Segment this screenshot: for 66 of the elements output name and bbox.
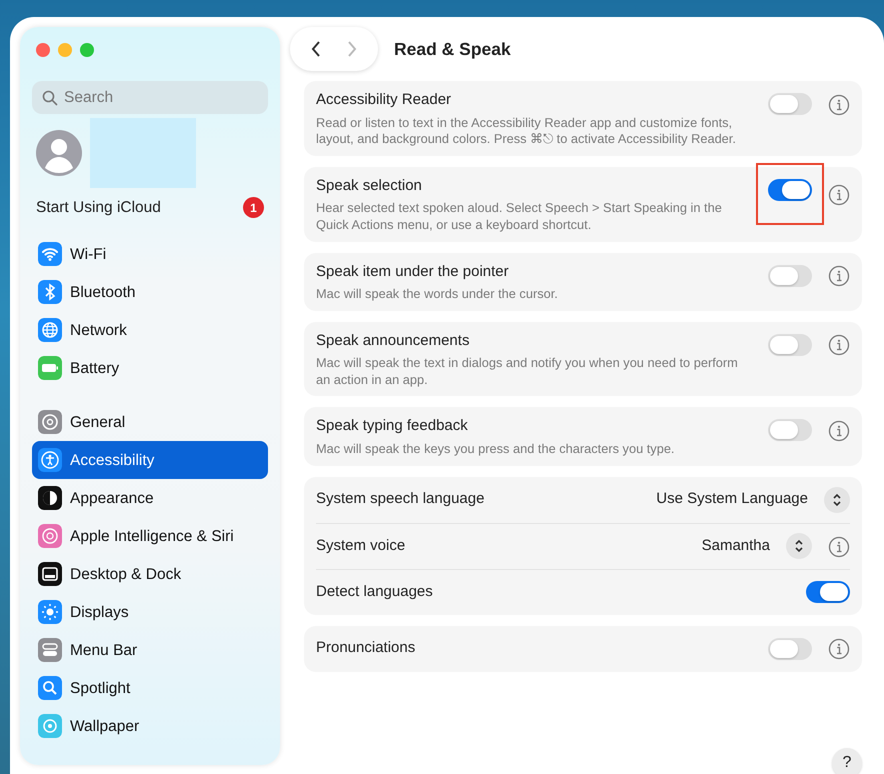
- setting-label: Accessibility Reader: [316, 90, 452, 110]
- sidebar-item[interactable]: Displays: [32, 593, 268, 632]
- info-icon[interactable]: [828, 182, 850, 205]
- notification-badge: 1: [243, 197, 264, 218]
- toggle-switch[interactable]: [768, 178, 812, 201]
- setting-label: Speak announcements: [316, 330, 470, 351]
- toggle-switch[interactable]: [768, 334, 812, 356]
- battery-icon: [38, 356, 62, 380]
- icloud-link[interactable]: Start Using iCloud: [36, 196, 161, 220]
- close-button[interactable]: [36, 43, 50, 57]
- magnifier-icon: [38, 676, 62, 700]
- popup-value[interactable]: Samantha: [702, 534, 770, 558]
- info-icon[interactable]: [828, 419, 850, 442]
- window-title: Read & Speak: [394, 38, 511, 60]
- flower-icon: [38, 524, 62, 548]
- info-icon[interactable]: [828, 264, 850, 286]
- info-icon[interactable]: [828, 93, 850, 115]
- setting-description: Read or listen to text in the Accessibility Reader app and customize fonts, layout, and background colors. Press ⌘⎋ to activate Accessibility Reader.: [316, 114, 737, 148]
- search-field[interactable]: Search: [32, 81, 268, 114]
- sidebar-item[interactable]: Wi-Fi: [32, 235, 268, 274]
- sidebar-item[interactable]: General: [32, 403, 268, 442]
- setting-description: Hear selected text spoken aloud. Select Speech > Start Speaking in the Quick Actions menu, or use a keyboard shortcut.: [316, 200, 723, 234]
- info-icon[interactable]: [828, 334, 850, 356]
- globe-icon: [38, 318, 62, 342]
- toggle-switch[interactable]: [768, 264, 812, 286]
- setting-label: System voice: [316, 536, 406, 556]
- window-icon: [38, 562, 62, 586]
- sidebar-item[interactable]: Battery: [32, 349, 268, 388]
- setting-description: Mac will speak the keys you press and the characters you type.: [316, 440, 676, 458]
- sidebar-item[interactable]: Network: [32, 311, 268, 350]
- gear-icon: [38, 410, 62, 434]
- help-button[interactable]: ?: [832, 748, 862, 774]
- setting-label: Speak typing feedback: [316, 416, 469, 436]
- info-icon[interactable]: [828, 638, 850, 660]
- avatar-icon[interactable]: [36, 130, 82, 176]
- sidebar-item[interactable]: Apple Intelligence & Siri: [32, 517, 268, 556]
- sidebar-item[interactable]: Bluetooth: [32, 273, 268, 312]
- sidebar-item[interactable]: Accessibility: [32, 441, 268, 480]
- setting-label: Pronunciations: [316, 638, 416, 658]
- chevron-right-icon: [346, 40, 358, 58]
- bluetooth-icon: [38, 280, 62, 304]
- sidebar-item[interactable]: Menu Bar: [32, 631, 268, 670]
- sun-icon: [38, 600, 62, 624]
- setting-label: Speak selection: [316, 176, 423, 196]
- setting-label: Speak item under the pointer: [316, 262, 510, 282]
- toggle-switch[interactable]: [806, 581, 850, 603]
- switches-icon: [38, 638, 62, 662]
- flower-icon: [38, 714, 62, 738]
- setting-description: Mac will speak the words under the cursor.: [316, 286, 559, 303]
- toggle-switch[interactable]: [768, 638, 812, 660]
- toggle-switch[interactable]: [768, 419, 812, 442]
- stepper-icon[interactable]: [824, 486, 850, 512]
- setting-label: System speech language: [316, 489, 486, 510]
- info-icon[interactable]: [828, 535, 850, 557]
- sidebar-item[interactable]: Wallpaper: [32, 707, 268, 746]
- popup-value[interactable]: Use System Language: [656, 488, 808, 511]
- accessibility-icon: [38, 448, 62, 472]
- sidebar-item[interactable]: Desktop & Dock: [32, 555, 268, 594]
- wifi-icon: [38, 242, 62, 266]
- setting-description: Mac will speak the text in dialogs and notify you when you need to perform an action in an app.: [316, 355, 739, 388]
- toggle-switch[interactable]: [768, 93, 812, 115]
- stepper-icon[interactable]: [786, 533, 812, 559]
- sidebar-item[interactable]: Spotlight: [32, 669, 268, 708]
- chevron-left-icon: [310, 40, 322, 58]
- setting-label: Detect languages: [316, 582, 434, 602]
- sidebar-item[interactable]: Appearance: [32, 479, 268, 518]
